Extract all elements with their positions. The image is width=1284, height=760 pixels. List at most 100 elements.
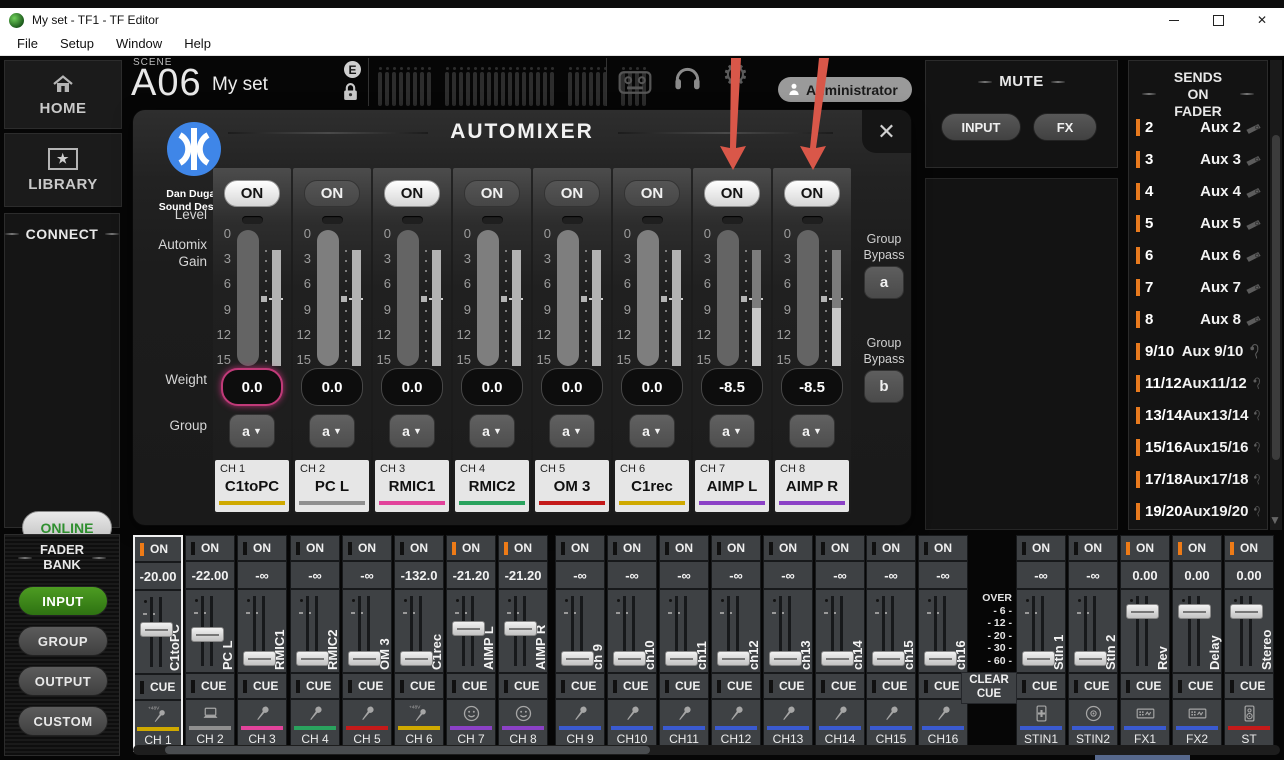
recorder-icon[interactable] [618,70,652,100]
automix-on-button[interactable]: ON [624,180,680,207]
fader-strip-st[interactable]: ON 0.00 Stereo CUE ST [1224,535,1274,752]
strip-on-button[interactable]: ON [1225,536,1273,562]
fader-strip-ch5[interactable]: ON -∞ OM 3 CUE CH 5 [342,535,392,752]
strip-cue-button[interactable]: CUE [867,674,915,700]
strip-on-button[interactable]: ON [1069,536,1117,562]
strip-on-button[interactable]: ON [556,536,604,562]
fader-strip-stin2[interactable]: ON -∞ StIn 2 CUE STIN2 [1068,535,1118,752]
fader-strip-fx2[interactable]: ON 0.00 Delay CUE FX2 [1172,535,1222,752]
fader-knob[interactable] [348,651,381,666]
scene-name[interactable]: My set [212,74,268,96]
fader-strip-ch15[interactable]: ON -∞ ch15 CUE CH15 [866,535,916,752]
strip-cue-button[interactable]: CUE [1173,674,1221,700]
clear-cue-button[interactable]: CLEAR CUE [961,672,1017,704]
channel-label-box[interactable]: CH 3 RMIC1 [375,460,449,512]
weight-value-box[interactable]: 0.0 [301,368,363,406]
weight-value-box[interactable]: -8.5 [701,368,763,406]
fader-strip-ch12[interactable]: ON -∞ ch12 CUE CH12 [711,535,761,752]
send-item-15-16[interactable]: 15/16 Aux15/16 [1129,431,1267,463]
strip-on-button[interactable]: ON [660,536,708,562]
weight-value-box[interactable]: -8.5 [781,368,843,406]
mute-fx-button[interactable]: FX [1033,113,1097,141]
strip-cue-button[interactable]: CUE [291,674,339,700]
send-item-3[interactable]: 3 Aux 3 [1129,143,1267,175]
strip-on-button[interactable]: ON [135,537,181,563]
fader-knob[interactable] [613,651,646,666]
fader-knob[interactable] [191,627,224,642]
sidebar-item-library[interactable]: ★ LIBRARY [4,133,122,207]
automix-on-button[interactable]: ON [224,180,280,207]
channel-label-box[interactable]: CH 6 C1rec [615,460,689,512]
user-badge[interactable]: Administrator [778,77,912,102]
fader-knob[interactable] [452,621,485,636]
settings-gear-icon[interactable]: ⚙ [722,58,749,93]
fader-bank-input-button[interactable]: INPUT [18,586,108,616]
group-select-button[interactable]: a ▼ [469,414,515,448]
fader-strip-ch3[interactable]: ON -∞ RMIC1 CUE CH 3 [237,535,287,752]
weight-value-box[interactable]: 0.0 [541,368,603,406]
strip-on-button[interactable]: ON [1017,536,1065,562]
send-item-2[interactable]: 2 Aux 2 [1129,111,1267,143]
fader-knob[interactable] [665,651,698,666]
menu-file[interactable]: File [6,33,49,54]
fader-strip-ch14[interactable]: ON -∞ ch14 CUE CH14 [815,535,865,752]
fader-knob[interactable] [561,651,594,666]
fader-knob[interactable] [243,651,276,666]
sidebar-item-home[interactable]: HOME [4,60,122,129]
headphones-icon[interactable] [672,64,703,98]
automix-on-button[interactable]: ON [544,180,600,207]
fader-strip-stin1[interactable]: ON -∞ StIn 1 CUE STIN1 [1016,535,1066,752]
send-item-5[interactable]: 5 Aux 5 [1129,207,1267,239]
minimize-button[interactable] [1152,8,1196,32]
fader-strip-ch16[interactable]: ON -∞ ch16 CUE CH16 [918,535,968,752]
strip-on-button[interactable]: ON [1121,536,1169,562]
fader-bank-output-button[interactable]: OUTPUT [18,666,108,696]
fader-knob[interactable] [1022,651,1055,666]
weight-value-box[interactable]: 0.0 [621,368,683,406]
send-item-4[interactable]: 4 Aux 4 [1129,175,1267,207]
fader-knob[interactable] [1126,604,1159,619]
menu-help[interactable]: Help [173,33,222,54]
fader-strip-ch4[interactable]: ON -∞ RMIC2 CUE CH 4 [290,535,340,752]
strip-cue-button[interactable]: CUE [135,675,181,701]
channel-label-box[interactable]: CH 7 AIMP L [695,460,769,512]
strip-cue-button[interactable]: CUE [1121,674,1169,700]
fader-strip-ch7[interactable]: ON -21.20 AIMP L CUE CH 7 [446,535,496,752]
send-item-19-20[interactable]: 19/20 Aux19/20 [1129,495,1267,527]
strips-scrollbar-thumb[interactable] [165,746,650,754]
maximize-button[interactable] [1196,8,1240,32]
close-button[interactable]: ✕ [1240,8,1284,32]
strip-on-button[interactable]: ON [608,536,656,562]
fader-strip-ch8[interactable]: ON -21.20 AIMP R CUE CH 8 [498,535,548,752]
strip-cue-button[interactable]: CUE [660,674,708,700]
fader-knob[interactable] [872,651,905,666]
fader-strip-ch13[interactable]: ON -∞ ch13 CUE CH13 [763,535,813,752]
strip-cue-button[interactable]: CUE [919,674,967,700]
send-item-13-14[interactable]: 13/14 Aux13/14 [1129,399,1267,431]
scroll-down-icon[interactable]: ▼ [1269,513,1281,527]
fader-knob[interactable] [769,651,802,666]
strip-on-button[interactable]: ON [291,536,339,562]
channel-label-box[interactable]: CH 1 C1toPC [215,460,289,512]
strip-cue-button[interactable]: CUE [1225,674,1273,700]
strip-cue-button[interactable]: CUE [764,674,812,700]
fader-knob[interactable] [717,651,750,666]
send-item-9-10[interactable]: 9/10 Aux 9/10 [1129,335,1267,367]
fader-bank-group-button[interactable]: GROUP [18,626,108,656]
fader-knob[interactable] [140,622,173,637]
strip-cue-button[interactable]: CUE [343,674,391,700]
channel-label-box[interactable]: CH 4 RMIC2 [455,460,529,512]
fader-strip-fx1[interactable]: ON 0.00 Rev CUE FX1 [1120,535,1170,752]
strip-cue-button[interactable]: CUE [712,674,760,700]
weight-value-box[interactable]: 0.0 [461,368,523,406]
fader-knob[interactable] [821,651,854,666]
weight-value-box[interactable]: 0.0 [381,368,443,406]
fader-knob[interactable] [924,651,957,666]
fader-knob[interactable] [504,621,537,636]
strip-on-button[interactable]: ON [712,536,760,562]
strip-on-button[interactable]: ON [919,536,967,562]
automix-on-button[interactable]: ON [384,180,440,207]
group-select-button[interactable]: a ▼ [709,414,755,448]
strip-on-button[interactable]: ON [867,536,915,562]
strip-cue-button[interactable]: CUE [1017,674,1065,700]
